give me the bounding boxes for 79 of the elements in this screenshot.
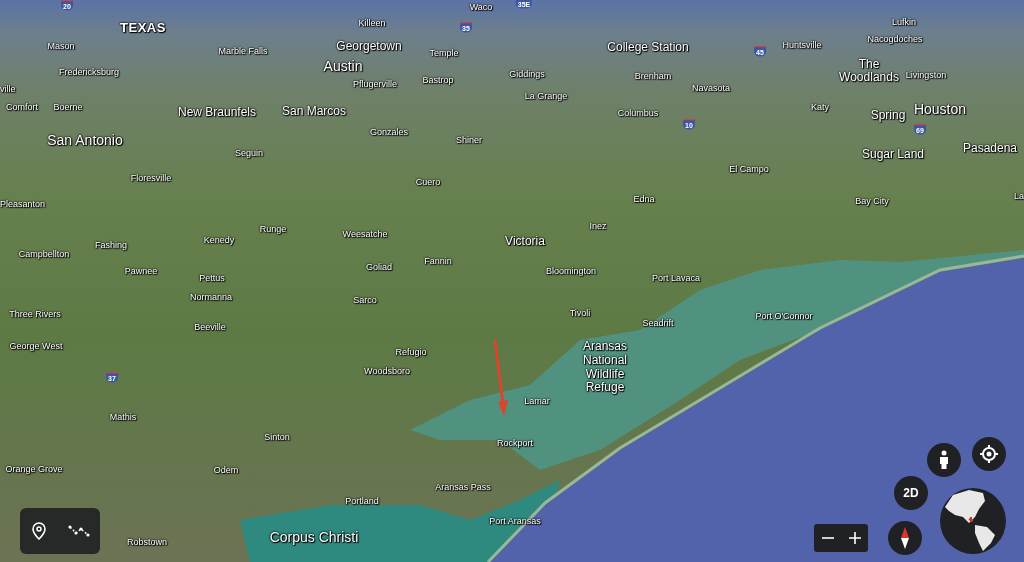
town-label: Woodsboro (364, 366, 410, 376)
town-label: Sarco (353, 295, 377, 305)
town-label: Lufkin (892, 17, 916, 27)
town-label: Bloomington (546, 266, 596, 276)
city-label: Georgetown (336, 39, 402, 53)
town-label: Pleasanton (0, 199, 46, 209)
town-label: Inez (589, 221, 607, 231)
town-label: Portland (345, 496, 379, 506)
city-label: Corpus Christi (269, 529, 359, 545)
city-label: Sugar Land (861, 147, 925, 161)
town-label: Bay City (855, 196, 889, 206)
town-label: Aransas Pass (435, 482, 491, 492)
town-label: La (1014, 191, 1024, 201)
town-label: Navasota (692, 83, 730, 93)
town-label: Pflugerville (353, 79, 397, 89)
city-label: College Station (607, 40, 689, 54)
town-label: George West (9, 341, 63, 351)
town-label: Boerne (53, 102, 83, 112)
town-label: Bastrop (422, 75, 454, 85)
town-label: Cuero (415, 177, 441, 187)
town-label: Seadrift (642, 318, 674, 328)
town-label: Sinton (264, 432, 290, 442)
town-label: Temple (429, 48, 459, 58)
town-label: Huntsville (782, 40, 822, 50)
town-label: Giddings (509, 69, 545, 79)
town-label: Beeville (194, 322, 226, 332)
town-label: Gonzales (370, 127, 408, 137)
town-label: Lamar (524, 396, 550, 406)
town-label: Brenham (634, 71, 672, 81)
town-label: La Grange (524, 91, 568, 101)
town-label: Odem (213, 465, 239, 475)
town-label: Tivoli (569, 308, 591, 318)
town-label: Mason (47, 41, 75, 51)
town-label: Port O'Connor (755, 311, 813, 321)
town-label: Killeen (358, 18, 386, 28)
city-label: San Marcos (282, 104, 346, 118)
town-label: Goliad (366, 262, 392, 272)
town-label: Pawnee (124, 266, 158, 276)
town-label: Weesatche (342, 229, 388, 239)
city-label: New Braunfels (178, 105, 256, 119)
town-label: Kenedy (203, 235, 235, 245)
town-label: Three Rivers (9, 309, 61, 319)
town-label: Seguin (235, 148, 263, 158)
town-label: Port Aransas (489, 516, 541, 526)
town-label: Comfort (6, 102, 38, 112)
town-label: Waco (469, 2, 493, 12)
town-label: Rockport (497, 438, 533, 448)
town-label: Campbellton (18, 249, 70, 259)
globe-icon[interactable] (939, 487, 1007, 555)
town-label: Fashing (95, 240, 127, 250)
town-label: Mathis (109, 412, 137, 422)
town-label: Katy (811, 102, 829, 112)
town-label: Marble Falls (218, 46, 268, 56)
city-label: Victoria (505, 234, 545, 248)
town-label: Nacogdoches (867, 34, 923, 44)
town-label: Pettus (199, 273, 225, 283)
town-label: Fredericksburg (59, 67, 119, 77)
town-label: Normanna (190, 292, 232, 302)
city-label: Spring (870, 108, 906, 122)
city-label: Austin (323, 58, 363, 74)
city-label: The Woodlands (838, 57, 900, 85)
state-label: TEXAS (120, 19, 166, 35)
town-label: Columbus (617, 108, 659, 118)
town-label: Fannin (424, 256, 452, 266)
town-label: Runge (259, 224, 287, 234)
area-label: Aransas National Wildlife Refuge (582, 340, 628, 396)
town-label: Robstown (127, 537, 167, 547)
city-label: San Antonio (47, 132, 123, 148)
town-label: ville (0, 84, 16, 94)
city-label: Houston (913, 101, 967, 117)
city-label: Pasadena (963, 141, 1017, 155)
town-label: El Campo (729, 164, 769, 174)
town-label: Refugio (395, 347, 427, 357)
town-label: Edna (633, 194, 655, 204)
town-label: Livingston (905, 70, 947, 80)
town-label: Orange Grove (5, 464, 63, 474)
town-label: Shiner (456, 135, 482, 145)
town-label: Floresville (130, 173, 172, 183)
town-label: Port Lavaca (652, 273, 700, 283)
